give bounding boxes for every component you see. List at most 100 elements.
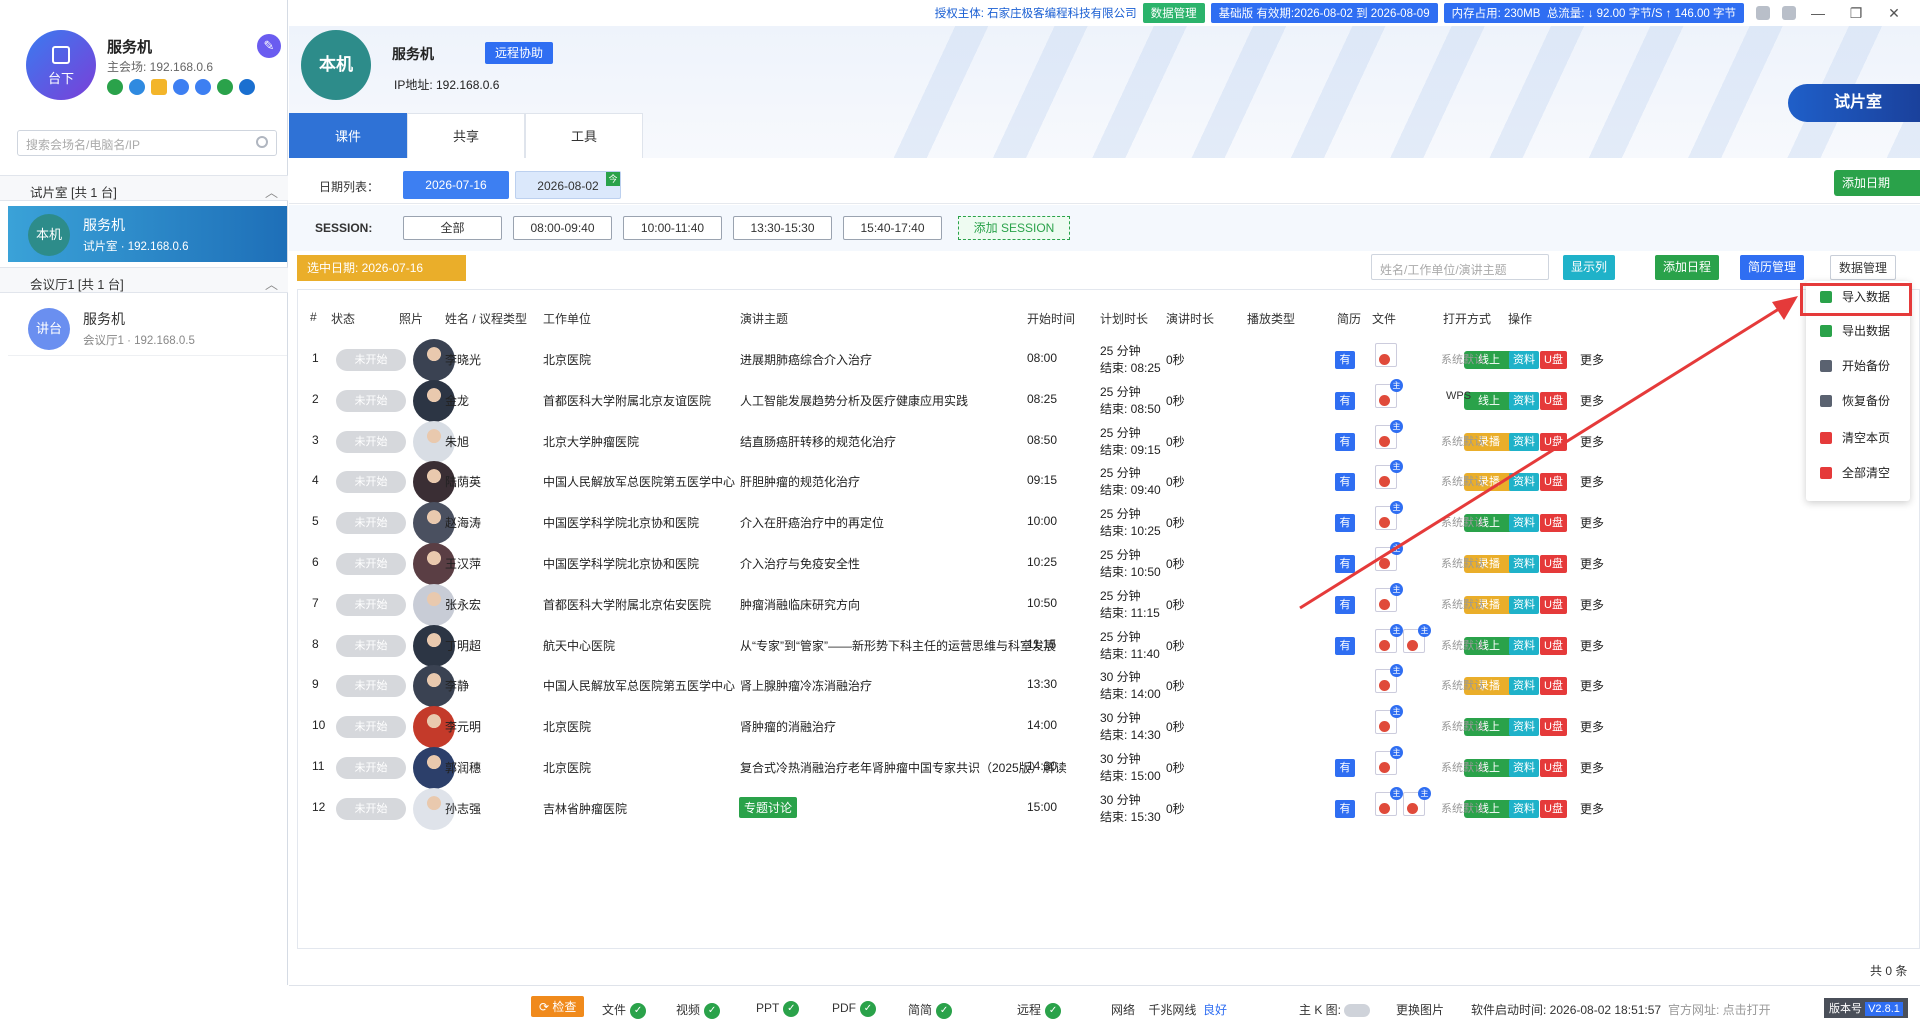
dropdown-item[interactable]: 全部清空 <box>1806 457 1910 489</box>
more-button[interactable]: 更多 <box>1580 759 1604 776</box>
browser-icon[interactable] <box>173 79 189 95</box>
start-time: 11:15 <box>1027 636 1057 651</box>
row-index: 11 <box>312 759 325 773</box>
maximize-button[interactable]: ❐ <box>1840 5 1872 22</box>
more-button[interactable]: 更多 <box>1580 800 1604 817</box>
status-file: 文件 ✓ <box>602 1001 647 1019</box>
official-site-link[interactable]: 官方网址: 点击打开 <box>1668 1001 1771 1018</box>
speech-duration: 0秒 <box>1166 557 1185 571</box>
start-time: 13:30 <box>1027 677 1058 692</box>
schedule-search-input[interactable]: 姓名/工作单位/演讲主题 <box>1371 254 1549 280</box>
dropdown-item[interactable]: 清空本页 <box>1806 422 1910 454</box>
show-columns-button[interactable]: 显示列 <box>1563 255 1616 280</box>
dropdown-item[interactable]: 开始备份 <box>1806 350 1910 382</box>
settings-icon[interactable] <box>1782 6 1796 20</box>
host-avatar: 台下 <box>26 30 96 100</box>
plan-duration: 25 分钟 <box>1100 466 1141 481</box>
tab-share[interactable]: 共享 <box>407 113 525 158</box>
tab-tools[interactable]: 工具 <box>525 113 643 158</box>
ppt-file-icon[interactable]: 主 <box>1375 705 1403 735</box>
remote-assist-button[interactable]: 远程协助 <box>485 42 554 64</box>
material-button[interactable]: 资料 <box>1509 677 1539 696</box>
usb-button[interactable]: U盘 <box>1540 636 1567 655</box>
folder-icon[interactable] <box>151 79 167 95</box>
usb-button[interactable]: U盘 <box>1540 677 1567 696</box>
session-4[interactable]: 15:40-17:40 <box>843 216 942 240</box>
device-item[interactable]: 讲台 服务机 会议厅1 · 192.168.0.5 <box>8 300 287 356</box>
device-search-input[interactable]: 搜索会场名/电脑名/IP <box>17 130 277 156</box>
status-badge: 未开始 <box>336 430 406 453</box>
ppt-file-icon[interactable]: 主 <box>1375 664 1403 694</box>
speaker-name: 李元明 <box>445 720 482 735</box>
group-header-hall1[interactable]: 会议厅1 [共 1 台] ︿ <box>0 267 288 293</box>
material-button[interactable]: 资料 <box>1509 718 1539 737</box>
date-list-label: 日期列表： <box>319 180 380 194</box>
status-badge: 未开始 <box>336 389 406 412</box>
bio-badge[interactable]: 有 <box>1335 799 1355 818</box>
ppt-file-icon[interactable]: 主 <box>1403 623 1431 653</box>
ppt-file-icon[interactable]: 主 <box>1375 623 1403 653</box>
change-image-button[interactable]: 更换图片 <box>1396 1001 1444 1018</box>
session-label: SESSION: <box>315 221 373 235</box>
speech-topic: 肾肿瘤的消融治疗 <box>740 720 837 735</box>
help-icon[interactable] <box>1756 6 1770 20</box>
date-button-1[interactable]: 2026-07-16 <box>403 171 509 199</box>
status-badge: 未开始 <box>336 349 406 371</box>
session-all[interactable]: 全部 <box>403 216 502 240</box>
globe-icon[interactable] <box>195 79 211 95</box>
usb-button[interactable]: U盘 <box>1540 759 1567 777</box>
row-index: 8 <box>312 636 319 651</box>
add-date-button[interactable]: 添加日期 <box>1834 170 1920 196</box>
bio-management-button[interactable]: 简历管理 <box>1740 255 1805 280</box>
bio-badge[interactable]: 有 <box>1335 759 1355 777</box>
speech-topic: 结直肠癌肝转移的规范化治疗 <box>740 434 897 449</box>
ppt-file-icon[interactable]: 主 <box>1375 746 1403 775</box>
more-button[interactable]: 更多 <box>1580 637 1604 654</box>
tab-courseware[interactable]: 课件 <box>289 113 407 158</box>
check-button[interactable]: ⟳ 检查 <box>531 996 585 1017</box>
check-icon: ✓ <box>860 1001 876 1017</box>
material-button[interactable]: 资料 <box>1509 759 1539 777</box>
device-item-selected[interactable]: 本机 服务机 试片室 · 192.168.0.6 <box>8 206 287 262</box>
main-k-toggle[interactable]: 主 K 图: <box>1299 1001 1371 1018</box>
add-session-button[interactable]: 添加 SESSION <box>958 216 1070 240</box>
more-button[interactable]: 更多 <box>1580 718 1604 735</box>
search-icon[interactable] <box>239 79 255 95</box>
bio-badge[interactable]: 有 <box>1335 636 1355 655</box>
session-1[interactable]: 08:00-09:40 <box>513 216 612 240</box>
row-index: 9 <box>312 677 319 692</box>
speech-duration: 0秒 <box>1166 720 1185 735</box>
data-management-menu[interactable]: 数据管理 <box>1830 255 1897 280</box>
more-button[interactable]: 更多 <box>1580 677 1604 694</box>
minimize-button[interactable]: — <box>1802 5 1834 21</box>
add-schedule-button[interactable]: 添加日程 <box>1655 255 1720 280</box>
work-unit: 首都医科大学附属北京佑安医院 <box>543 597 712 612</box>
ppt-file-icon[interactable]: 主 <box>1403 786 1431 816</box>
material-button[interactable]: 资料 <box>1509 799 1539 818</box>
device-ip: IP地址: 192.168.0.6 <box>394 78 500 92</box>
column-header: 演讲主题 <box>740 312 789 326</box>
session-3[interactable]: 13:30-15:30 <box>733 216 832 240</box>
table-row[interactable]: 12 未开始 孙志强 吉林省肿瘤医院 专题讨论 15:00 30 分钟 结束: 15:30 0秒… <box>298 786 1919 838</box>
speaker-icon[interactable] <box>107 79 123 95</box>
status-badge: 未开始 <box>336 634 406 657</box>
session-2[interactable]: 10:00-11:40 <box>623 216 722 240</box>
wechat-icon[interactable] <box>217 79 233 95</box>
date-button-2[interactable]: 2026-08-02 今 <box>515 171 621 199</box>
speech-topic: 人工智能发展趋势分析及医疗健康应用实践 <box>740 393 969 408</box>
group-header-trial-room[interactable]: 试片室 [共 1 台] ︿ <box>0 175 288 201</box>
data-management-button[interactable]: 数据管理 <box>1142 3 1205 23</box>
menu-icon <box>1820 360 1832 372</box>
close-button[interactable]: ✕ <box>1878 5 1910 22</box>
end-time: 结束: 11:15 <box>1100 605 1160 620</box>
ppt-file-icon[interactable]: 主 <box>1375 786 1403 816</box>
usb-button[interactable]: U盘 <box>1540 799 1567 818</box>
speaker-name: 郭润穗 <box>445 761 482 775</box>
open-method: 系统默认 <box>1441 680 1485 693</box>
monitor-icon[interactable] <box>129 79 145 95</box>
edit-icon[interactable]: ✎ <box>257 34 281 58</box>
usb-button[interactable]: U盘 <box>1540 718 1567 737</box>
dropdown-item[interactable]: 恢复备份 <box>1806 385 1910 417</box>
dropdown-item[interactable]: 导出数据 <box>1806 315 1910 347</box>
material-button[interactable]: 资料 <box>1509 636 1539 655</box>
